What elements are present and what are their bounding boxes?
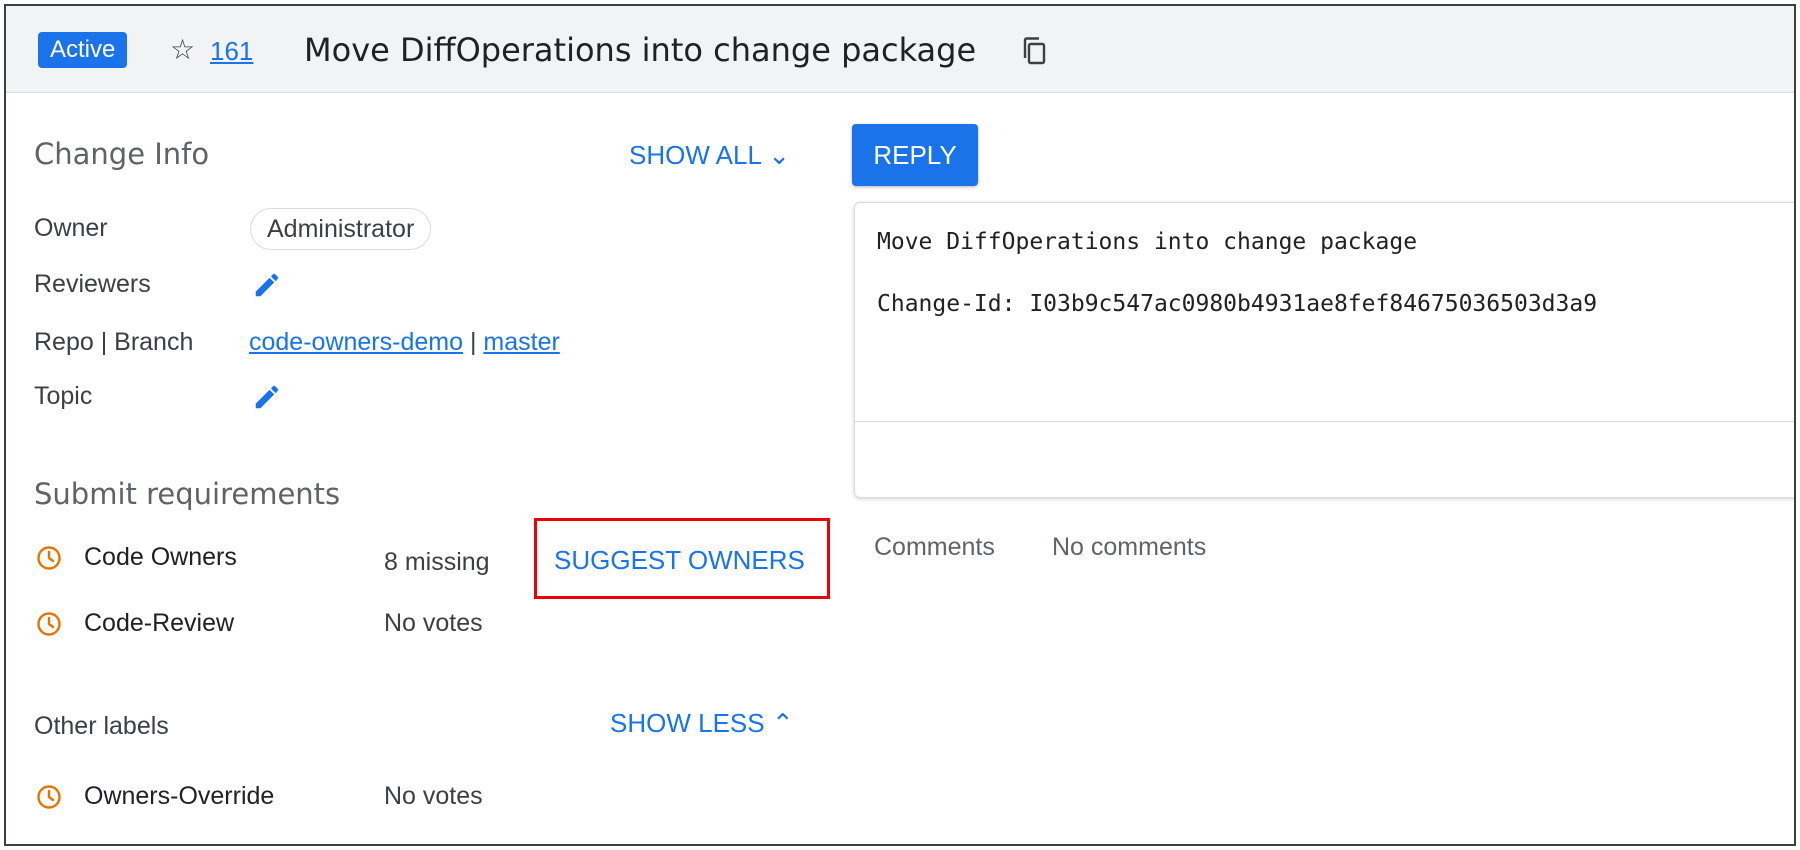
requirement-name: Code-Review (84, 609, 235, 637)
pencil-edit-icon[interactable] (252, 382, 282, 412)
repo-link[interactable]: code-owners-demo (249, 328, 463, 356)
comments-value: No comments (1052, 533, 1207, 561)
change-title: Move DiffOperations into change package (304, 31, 977, 69)
clock-icon (37, 785, 61, 809)
commit-subject: Move DiffOperations into change package (877, 229, 1418, 255)
label-status: No votes (384, 782, 483, 810)
repo-branch-value: code-owners-demo | master (249, 326, 560, 358)
reviewers-label: Reviewers (34, 270, 151, 298)
label-name: Owners-Override (84, 782, 275, 810)
requirement-status: No votes (384, 609, 483, 637)
copy-icon[interactable] (1020, 36, 1048, 66)
other-labels-title: Other labels (34, 712, 169, 740)
commit-message-card: Move DiffOperations into change package … (854, 202, 1794, 498)
commit-card-divider (855, 421, 1794, 422)
reply-button[interactable]: REPLY (852, 124, 978, 186)
repo-branch-separator: | (463, 328, 484, 356)
change-header: Active ☆ 161 Move DiffOperations into ch… (6, 6, 1794, 93)
requirement-name: Code Owners (84, 543, 237, 571)
requirement-status: 8 missing (384, 548, 490, 576)
branch-link[interactable]: master (483, 328, 559, 356)
pencil-edit-icon[interactable] (252, 270, 282, 300)
show-less-button[interactable]: SHOW LESS ⌃ (610, 706, 794, 740)
change-number-link[interactable]: 161 (210, 34, 253, 68)
submit-requirements-title: Submit requirements (34, 477, 341, 511)
comments-label: Comments (874, 533, 995, 561)
show-all-button[interactable]: SHOW ALL ⌄ (629, 138, 790, 172)
topic-label: Topic (34, 382, 93, 410)
suggest-owners-button[interactable]: SUGGEST OWNERS (554, 543, 805, 577)
owner-chip[interactable]: Administrator (250, 208, 432, 250)
star-outline-icon[interactable]: ☆ (170, 33, 195, 67)
change-view: Active ☆ 161 Move DiffOperations into ch… (4, 4, 1796, 846)
commit-change-id: Change-Id: I03b9c547ac0980b4931ae8fef846… (877, 291, 1598, 317)
clock-icon (37, 546, 61, 570)
status-badge: Active (38, 32, 128, 68)
repo-branch-label: Repo | Branch (34, 328, 194, 356)
change-info-title: Change Info (34, 137, 210, 171)
clock-icon (37, 612, 61, 636)
owner-label: Owner (34, 214, 108, 242)
